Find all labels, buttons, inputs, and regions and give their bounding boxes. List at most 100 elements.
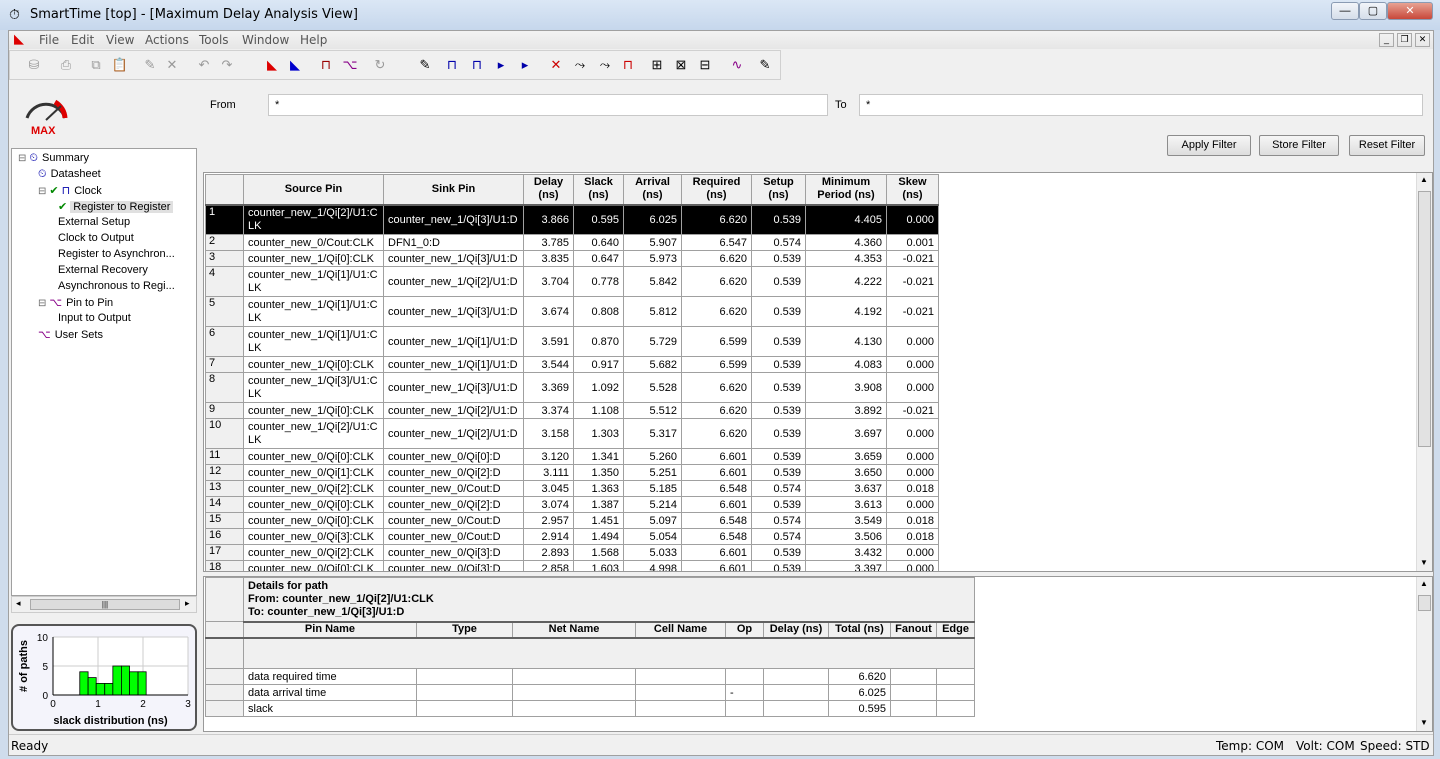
- column-header[interactable]: Pin Name: [243, 621, 417, 639]
- column-header[interactable]: Cell Name: [635, 621, 726, 639]
- menu-help[interactable]: Help: [300, 33, 327, 47]
- mdi-restore-button[interactable]: ❐: [1397, 33, 1412, 47]
- column-header[interactable]: Arrival (ns): [623, 174, 682, 206]
- table-row[interactable]: 11 counter_new_0/Qi[0]:CLK counter_new_0/Q…: [205, 448, 939, 465]
- constraint-icon[interactable]: ✎: [415, 56, 435, 74]
- paths-table-scrollbar[interactable]: ▲ ▼: [1416, 173, 1432, 571]
- column-header[interactable]: Fanout: [890, 621, 937, 639]
- column-header[interactable]: Source Pin: [243, 174, 384, 206]
- refresh-icon[interactable]: ↻: [370, 56, 390, 74]
- details-row[interactable]: data required time 6.620: [205, 668, 976, 685]
- scroll-thumb[interactable]: [1418, 595, 1431, 611]
- table-row[interactable]: 13 counter_new_0/Qi[2]:CLK counter_new_0/C…: [205, 480, 939, 497]
- tree-horizontal-scrollbar[interactable]: ◂ ||| ▸: [11, 596, 197, 613]
- database-icon[interactable]: ⛁: [24, 56, 44, 74]
- tree-item-register-to-register[interactable]: ✔ Register to Register: [58, 200, 174, 213]
- max-delay-icon[interactable]: ◣: [262, 56, 282, 74]
- delete-icon[interactable]: ✕: [162, 56, 182, 74]
- waveform-icon[interactable]: ∿: [727, 56, 747, 74]
- help-icon[interactable]: ✎: [755, 56, 775, 74]
- tree-item-external-recovery[interactable]: External Recovery: [58, 264, 148, 276]
- mdi-minimize-button[interactable]: _: [1379, 33, 1394, 47]
- store-filter-button[interactable]: Store Filter: [1259, 135, 1339, 156]
- apply-filter-button[interactable]: Apply Filter: [1167, 135, 1251, 156]
- column-header[interactable]: Delay (ns): [523, 174, 574, 206]
- clock-uncertainty-icon[interactable]: ⊟: [695, 56, 715, 74]
- tree-item-clock[interactable]: ⊟ ✔ ⊓ Clock: [38, 184, 102, 197]
- tree-item-datasheet[interactable]: ⏲ Datasheet: [38, 168, 101, 181]
- column-header[interactable]: Op: [725, 621, 764, 639]
- output-delay-icon[interactable]: ▸: [515, 56, 535, 74]
- close-button[interactable]: ✕: [1387, 2, 1433, 20]
- max-delay-constraint-icon[interactable]: ⤳: [595, 56, 615, 74]
- collapse-toggle-icon[interactable]: ⊟: [38, 298, 46, 309]
- column-header[interactable]: Required (ns): [681, 174, 752, 206]
- column-header[interactable]: Setup (ns): [751, 174, 806, 206]
- min-delay-constraint-icon[interactable]: ⊓: [618, 56, 638, 74]
- column-header[interactable]: Sink Pin: [383, 174, 524, 206]
- clock-constraint-icon[interactable]: ⊓: [442, 56, 462, 74]
- clock-source-latency-icon[interactable]: ⊠: [671, 56, 691, 74]
- menu-edit[interactable]: Edit: [71, 33, 94, 47]
- table-row[interactable]: 9 counter_new_1/Qi[0]:CLK counter_new_1/Qi…: [205, 402, 939, 419]
- disable-timing-icon[interactable]: ⊞: [647, 56, 667, 74]
- table-row[interactable]: 6 counter_new_1/Qi[1]/U1:CLK counter_new_1…: [205, 326, 939, 357]
- table-row[interactable]: 2 counter_new_0/Cout:CLK DFN1_0:D 3.785 0.64…: [205, 234, 939, 251]
- multicycle-icon[interactable]: ⤳: [570, 56, 590, 74]
- mdi-close-button[interactable]: ✕: [1415, 33, 1430, 47]
- scroll-down-icon[interactable]: ▼: [1420, 718, 1428, 727]
- maximize-button[interactable]: ▢: [1359, 2, 1387, 20]
- column-header[interactable]: Edge: [935, 621, 976, 639]
- scroll-thumb[interactable]: |||: [30, 599, 180, 610]
- scroll-up-icon[interactable]: ▲: [1420, 175, 1428, 184]
- table-row[interactable]: 12 counter_new_0/Qi[1]:CLK counter_new_0/Q…: [205, 464, 939, 481]
- menu-tools[interactable]: Tools: [199, 33, 229, 47]
- tree-item-asynchronous-to-regi-[interactable]: Asynchronous to Regi...: [58, 280, 175, 292]
- print-icon[interactable]: ⎙: [56, 56, 76, 74]
- undo-icon[interactable]: ↶: [194, 56, 214, 74]
- false-path-icon[interactable]: ✕: [546, 56, 566, 74]
- paste-icon[interactable]: 📋: [110, 56, 130, 74]
- column-header[interactable]: Net Name: [512, 621, 636, 639]
- table-row[interactable]: 18 counter_new_0/Qi[0]:CLK counter_new_0/Q…: [205, 560, 939, 571]
- min-delay-icon[interactable]: ◣: [285, 56, 305, 74]
- reset-filter-button[interactable]: Reset Filter: [1349, 135, 1425, 156]
- table-row[interactable]: 14 counter_new_0/Qi[0]:CLK counter_new_0/Q…: [205, 496, 939, 513]
- tree-item-register-to-asynchron-[interactable]: Register to Asynchron...: [58, 248, 175, 260]
- table-row[interactable]: 1 counter_new_1/Qi[2]/U1:CLK counter_new_1…: [205, 204, 939, 235]
- collapse-toggle-icon[interactable]: ⊟: [38, 186, 46, 197]
- column-header[interactable]: Slack (ns): [573, 174, 624, 206]
- menu-window[interactable]: Window: [242, 33, 289, 47]
- collapse-toggle-icon[interactable]: ⊟: [18, 153, 26, 164]
- redo-icon[interactable]: ↷: [217, 56, 237, 74]
- table-row[interactable]: 16 counter_new_0/Qi[3]:CLK counter_new_0/C…: [205, 528, 939, 545]
- column-header[interactable]: [205, 621, 244, 639]
- table-row[interactable]: 3 counter_new_1/Qi[0]:CLK counter_new_1/Qi…: [205, 250, 939, 267]
- generated-clock-icon[interactable]: ⊓: [467, 56, 487, 74]
- column-header[interactable]: Total (ns): [828, 621, 891, 639]
- edit-icon[interactable]: ✎: [140, 56, 160, 74]
- table-row[interactable]: 7 counter_new_1/Qi[0]:CLK counter_new_1/Qi…: [205, 356, 939, 373]
- details-row[interactable]: slack 0.595: [205, 700, 976, 717]
- menu-actions[interactable]: Actions: [145, 33, 189, 47]
- minimize-button[interactable]: —: [1331, 2, 1359, 20]
- details-scrollbar[interactable]: ▲ ▼: [1416, 577, 1432, 731]
- tree-item-external-setup[interactable]: External Setup: [58, 216, 130, 228]
- tree-item-clock-to-output[interactable]: Clock to Output: [58, 232, 134, 244]
- input-delay-icon[interactable]: ▸: [491, 56, 511, 74]
- copy-icon[interactable]: ⧉: [86, 56, 106, 74]
- table-row[interactable]: 10 counter_new_1/Qi[2]/U1:CLK counter_new_…: [205, 418, 939, 449]
- table-row[interactable]: 4 counter_new_1/Qi[1]/U1:CLK counter_new_1…: [205, 266, 939, 297]
- menu-file[interactable]: File: [39, 33, 59, 47]
- column-header[interactable]: Delay (ns): [763, 621, 829, 639]
- scroll-thumb[interactable]: [1418, 191, 1431, 447]
- table-row[interactable]: 15 counter_new_0/Qi[0]:CLK counter_new_0/C…: [205, 512, 939, 529]
- column-header[interactable]: Type: [416, 621, 513, 639]
- tree-item-user-sets[interactable]: ⌥ User Sets: [38, 328, 103, 341]
- clock-icon[interactable]: ⊓: [316, 56, 336, 74]
- scroll-left-icon[interactable]: ◂: [16, 598, 21, 609]
- tree-item-summary[interactable]: ⊟ ⏲ Summary: [18, 152, 89, 165]
- table-row[interactable]: 8 counter_new_1/Qi[3]/U1:CLK counter_new_1…: [205, 372, 939, 403]
- column-header[interactable]: [205, 174, 244, 206]
- column-header[interactable]: Minimum Period (ns): [805, 174, 887, 206]
